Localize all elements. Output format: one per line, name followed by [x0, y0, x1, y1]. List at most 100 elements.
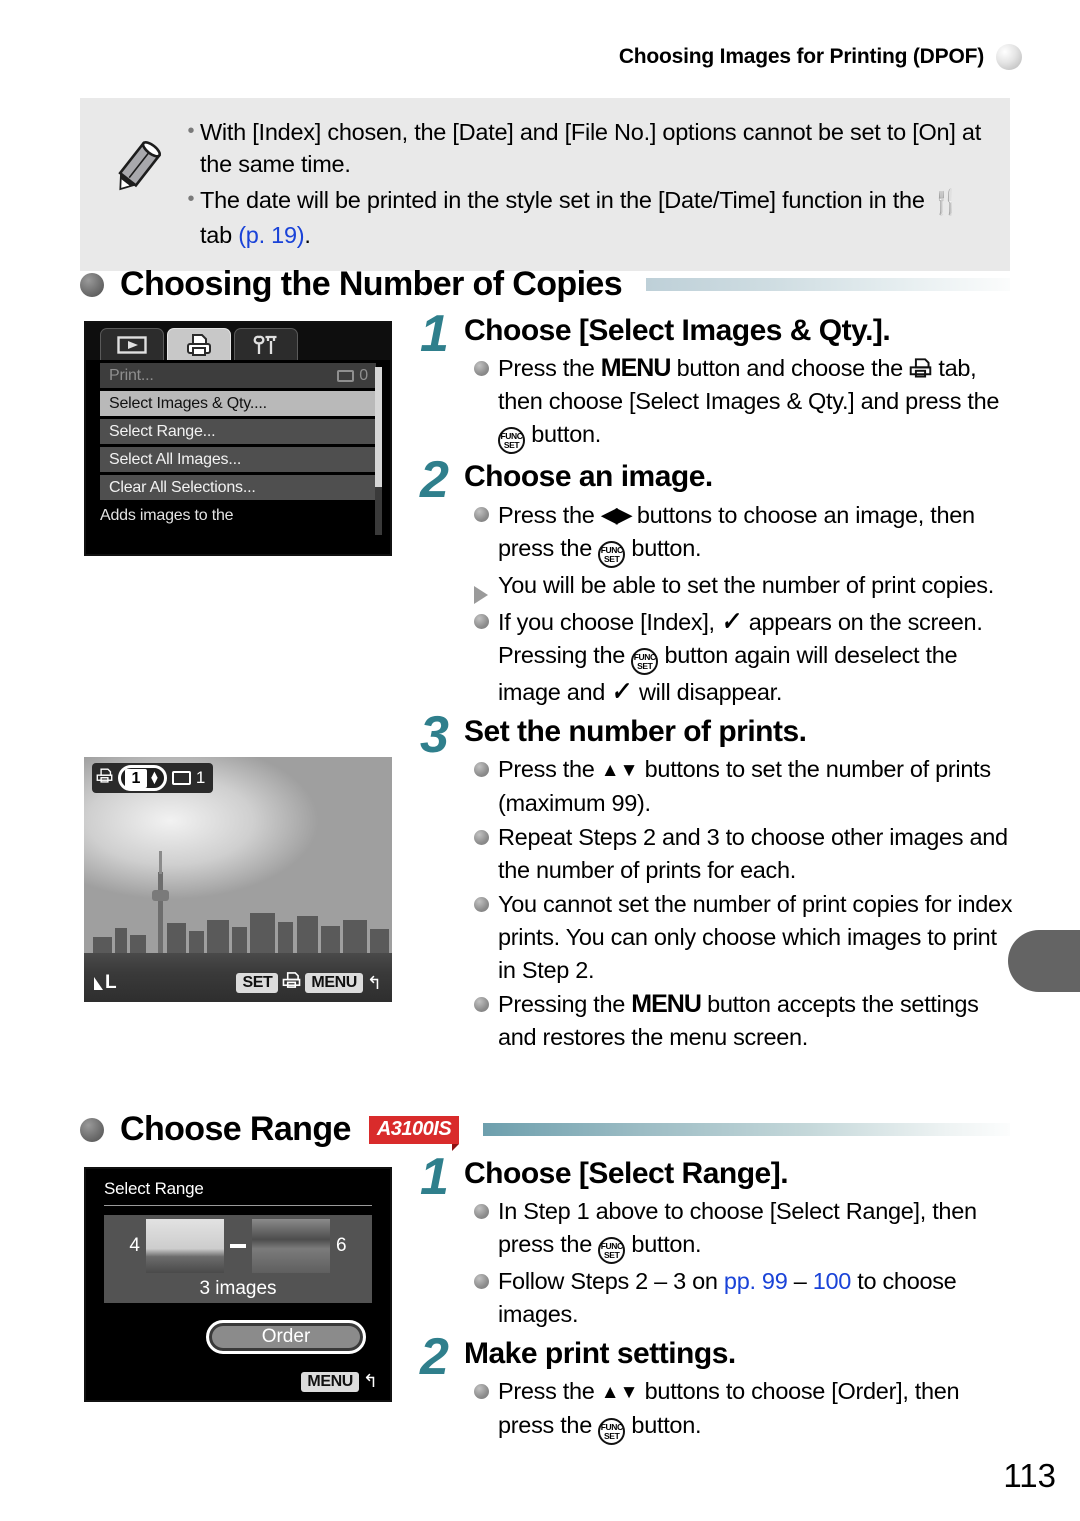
dot-bullet-icon — [464, 605, 498, 709]
step-bullet: Repeat Steps 2 and 3 to choose other ima… — [464, 821, 1020, 887]
up-down-arrows-icon: ▲▼ — [149, 769, 160, 787]
order-button[interactable]: Order — [206, 1320, 366, 1354]
step-bullet: Press the ▲▼ buttons to choose [Order], … — [464, 1375, 1020, 1445]
menu-item-label: Select All Images... — [109, 450, 242, 468]
step-bullet: Press the ◀▶ buttons to choose an image,… — [464, 498, 1020, 568]
page-header-title: Choosing Images for Printing (DPOF) — [618, 45, 984, 68]
range-count-label: 3 images — [199, 1277, 277, 1299]
step-bullet-text: In Step 1 above to choose [Select Range]… — [498, 1195, 1020, 1264]
page-number: 113 — [1003, 1457, 1056, 1494]
camera-image-screen: 1 ▲ ▼ 1 L SET MENU ↰ — [84, 757, 392, 1002]
step-bullet-text: If you choose [Index], ✓ appears on the … — [498, 606, 983, 706]
step-bullet: Press the ▲▼ buttons to set the number o… — [464, 753, 1020, 820]
photo-skyline — [84, 851, 392, 953]
func-set-button-icon: FUNC SET — [598, 1237, 626, 1264]
step-bullet: Follow Steps 2 – 3 on pp. 99 – 100 to ch… — [464, 1265, 1020, 1331]
menu-item-value: 0 — [359, 366, 368, 384]
dot-bullet-icon — [464, 988, 498, 1054]
range-dash-icon — [230, 1243, 246, 1248]
menu-item-print[interactable]: Print... 0 — [100, 363, 376, 388]
end-thumbnail[interactable] — [252, 1218, 330, 1273]
step-bullet-text: Press the ▲▼ buttons to choose [Order], … — [498, 1375, 1020, 1445]
list-item: • With [Index] chosen, the [Date] and [F… — [182, 116, 992, 180]
step-body: Choose [Select Range]. In Step 1 above to… — [464, 1155, 1020, 1331]
menu-tab-bar — [86, 323, 390, 360]
bullet-sphere-icon — [80, 1117, 104, 1142]
menu-key: MENU — [305, 973, 363, 993]
checkmark-icon: ✓ — [720, 606, 744, 636]
step-number: 1 — [420, 1148, 449, 1206]
step-number: 2 — [420, 1328, 449, 1386]
step-bullet: Press the MENU button and choose the tab… — [464, 352, 1020, 454]
dot-bullet-icon — [464, 1265, 498, 1331]
func-set-button-icon: FUNC SET — [631, 648, 659, 675]
note-text-1: With [Index] chosen, the [Date] and [Fil… — [200, 119, 982, 177]
menu-item-label: Select Range... — [109, 422, 216, 440]
menu-item-value-group: 0 — [337, 367, 368, 385]
step-bullet-text: Pressing the MENU button accepts the set… — [498, 990, 979, 1050]
menu-item-list: Print... 0 Select Images & Qty.... Selec… — [86, 363, 390, 500]
step-number: 2 — [420, 451, 449, 509]
card-icon — [171, 771, 191, 785]
chapter-edge-tab — [1008, 930, 1080, 992]
step-bullet-text: You cannot set the number of print copie… — [498, 891, 1013, 983]
model-badge: A3100IS — [368, 1115, 460, 1151]
dot-bullet-icon — [464, 1375, 498, 1445]
step: 3 Set the number of prints. Press the ▲▼ b… — [420, 706, 1020, 1054]
sphere-icon — [996, 44, 1022, 70]
lcd-button-hints: MENU ↰ — [301, 1371, 378, 1392]
pencil-icon — [90, 112, 182, 200]
tools-icon: 🍴 — [930, 189, 961, 216]
settings-tab[interactable] — [234, 328, 298, 360]
menu-item-clear-all-selections[interactable]: Clear All Selections... — [100, 475, 376, 500]
print-icon — [909, 355, 932, 381]
step-number: 3 — [420, 706, 449, 764]
menu-item-select-all-images[interactable]: Select All Images... — [100, 447, 376, 472]
bullet-sphere-icon — [80, 272, 104, 297]
note-text-2: The date will be printed in the style se… — [200, 184, 992, 251]
section-heading-copies: Choosing the Number of Copies — [80, 265, 1010, 304]
divider — [104, 1205, 372, 1206]
return-arrow-icon: ↰ — [366, 972, 382, 993]
page-reference-link[interactable]: (p. 19) — [238, 222, 304, 248]
select-range-screen: Select Range 4 6 3 images Order MENU ↰ — [84, 1167, 392, 1402]
step-bullet-text: Press the ◀▶ buttons to choose an image,… — [498, 498, 1020, 568]
print-tab[interactable] — [167, 328, 231, 360]
step-body: Make print settings. Press the ▲▼ buttons… — [464, 1335, 1020, 1445]
menu-button-glyph: MENU — [631, 990, 702, 1018]
step-body: Set the number of prints. Press the ▲▼ bu… — [464, 713, 1020, 1054]
step-body: Choose [Select Images & Qty.]. Press the … — [464, 312, 1020, 454]
step-bullet-text: Press the MENU button and choose the tab… — [498, 352, 1020, 454]
step-bullet-text: Follow Steps 2 – 3 on pp. 99 – 100 to ch… — [498, 1268, 957, 1327]
copies-stepper[interactable]: 1 ▲ ▼ — [118, 765, 167, 791]
note-tab-word: tab — [200, 222, 232, 248]
step-body: Choose an image. Press the ◀▶ buttons to … — [464, 458, 1020, 709]
lcd-button-hints: SET MENU ↰ — [236, 972, 382, 994]
section1-title: Choosing the Number of Copies — [120, 265, 623, 303]
print-count-badge: 1 ▲ ▼ 1 — [92, 763, 214, 793]
func-set-button-icon: FUNC SET — [598, 541, 626, 568]
menu-item-select-range[interactable]: Select Range... — [100, 419, 376, 444]
func-set-button-icon: FUNC SET — [498, 427, 525, 454]
playback-tab[interactable] — [100, 328, 164, 360]
page-reference-link[interactable]: 100 — [813, 1268, 852, 1294]
checkmark-icon: ✓ — [610, 676, 634, 706]
menu-button-glyph: MENU — [600, 354, 672, 382]
menu-scrollbar[interactable] — [375, 367, 382, 535]
print-icon — [282, 972, 301, 994]
range-preview: 4 6 3 images — [104, 1215, 372, 1303]
dot-bullet-icon — [464, 821, 498, 887]
func-set-button-icon: FUNC SET — [598, 1418, 626, 1445]
step-bullet: You cannot set the number of print copie… — [464, 888, 1020, 987]
start-thumbnail[interactable] — [146, 1218, 224, 1273]
dot-bullet-icon — [464, 498, 498, 568]
step-bullet: In Step 1 above to choose [Select Range]… — [464, 1195, 1020, 1264]
camera-menu-screen: Print... 0 Select Images & Qty.... Selec… — [84, 321, 392, 556]
bullet-icon: • — [187, 120, 195, 142]
list-item: • The date will be printed in the style … — [182, 184, 992, 251]
menu-item-select-images-qty[interactable]: Select Images & Qty.... — [100, 391, 376, 416]
step-bullet-text: You will be able to set the number of pr… — [498, 572, 994, 598]
print-icon — [96, 768, 113, 789]
page-reference-link[interactable]: pp. 99 — [724, 1268, 788, 1294]
step-bullet-text: Repeat Steps 2 and 3 to choose other ima… — [498, 824, 1008, 883]
